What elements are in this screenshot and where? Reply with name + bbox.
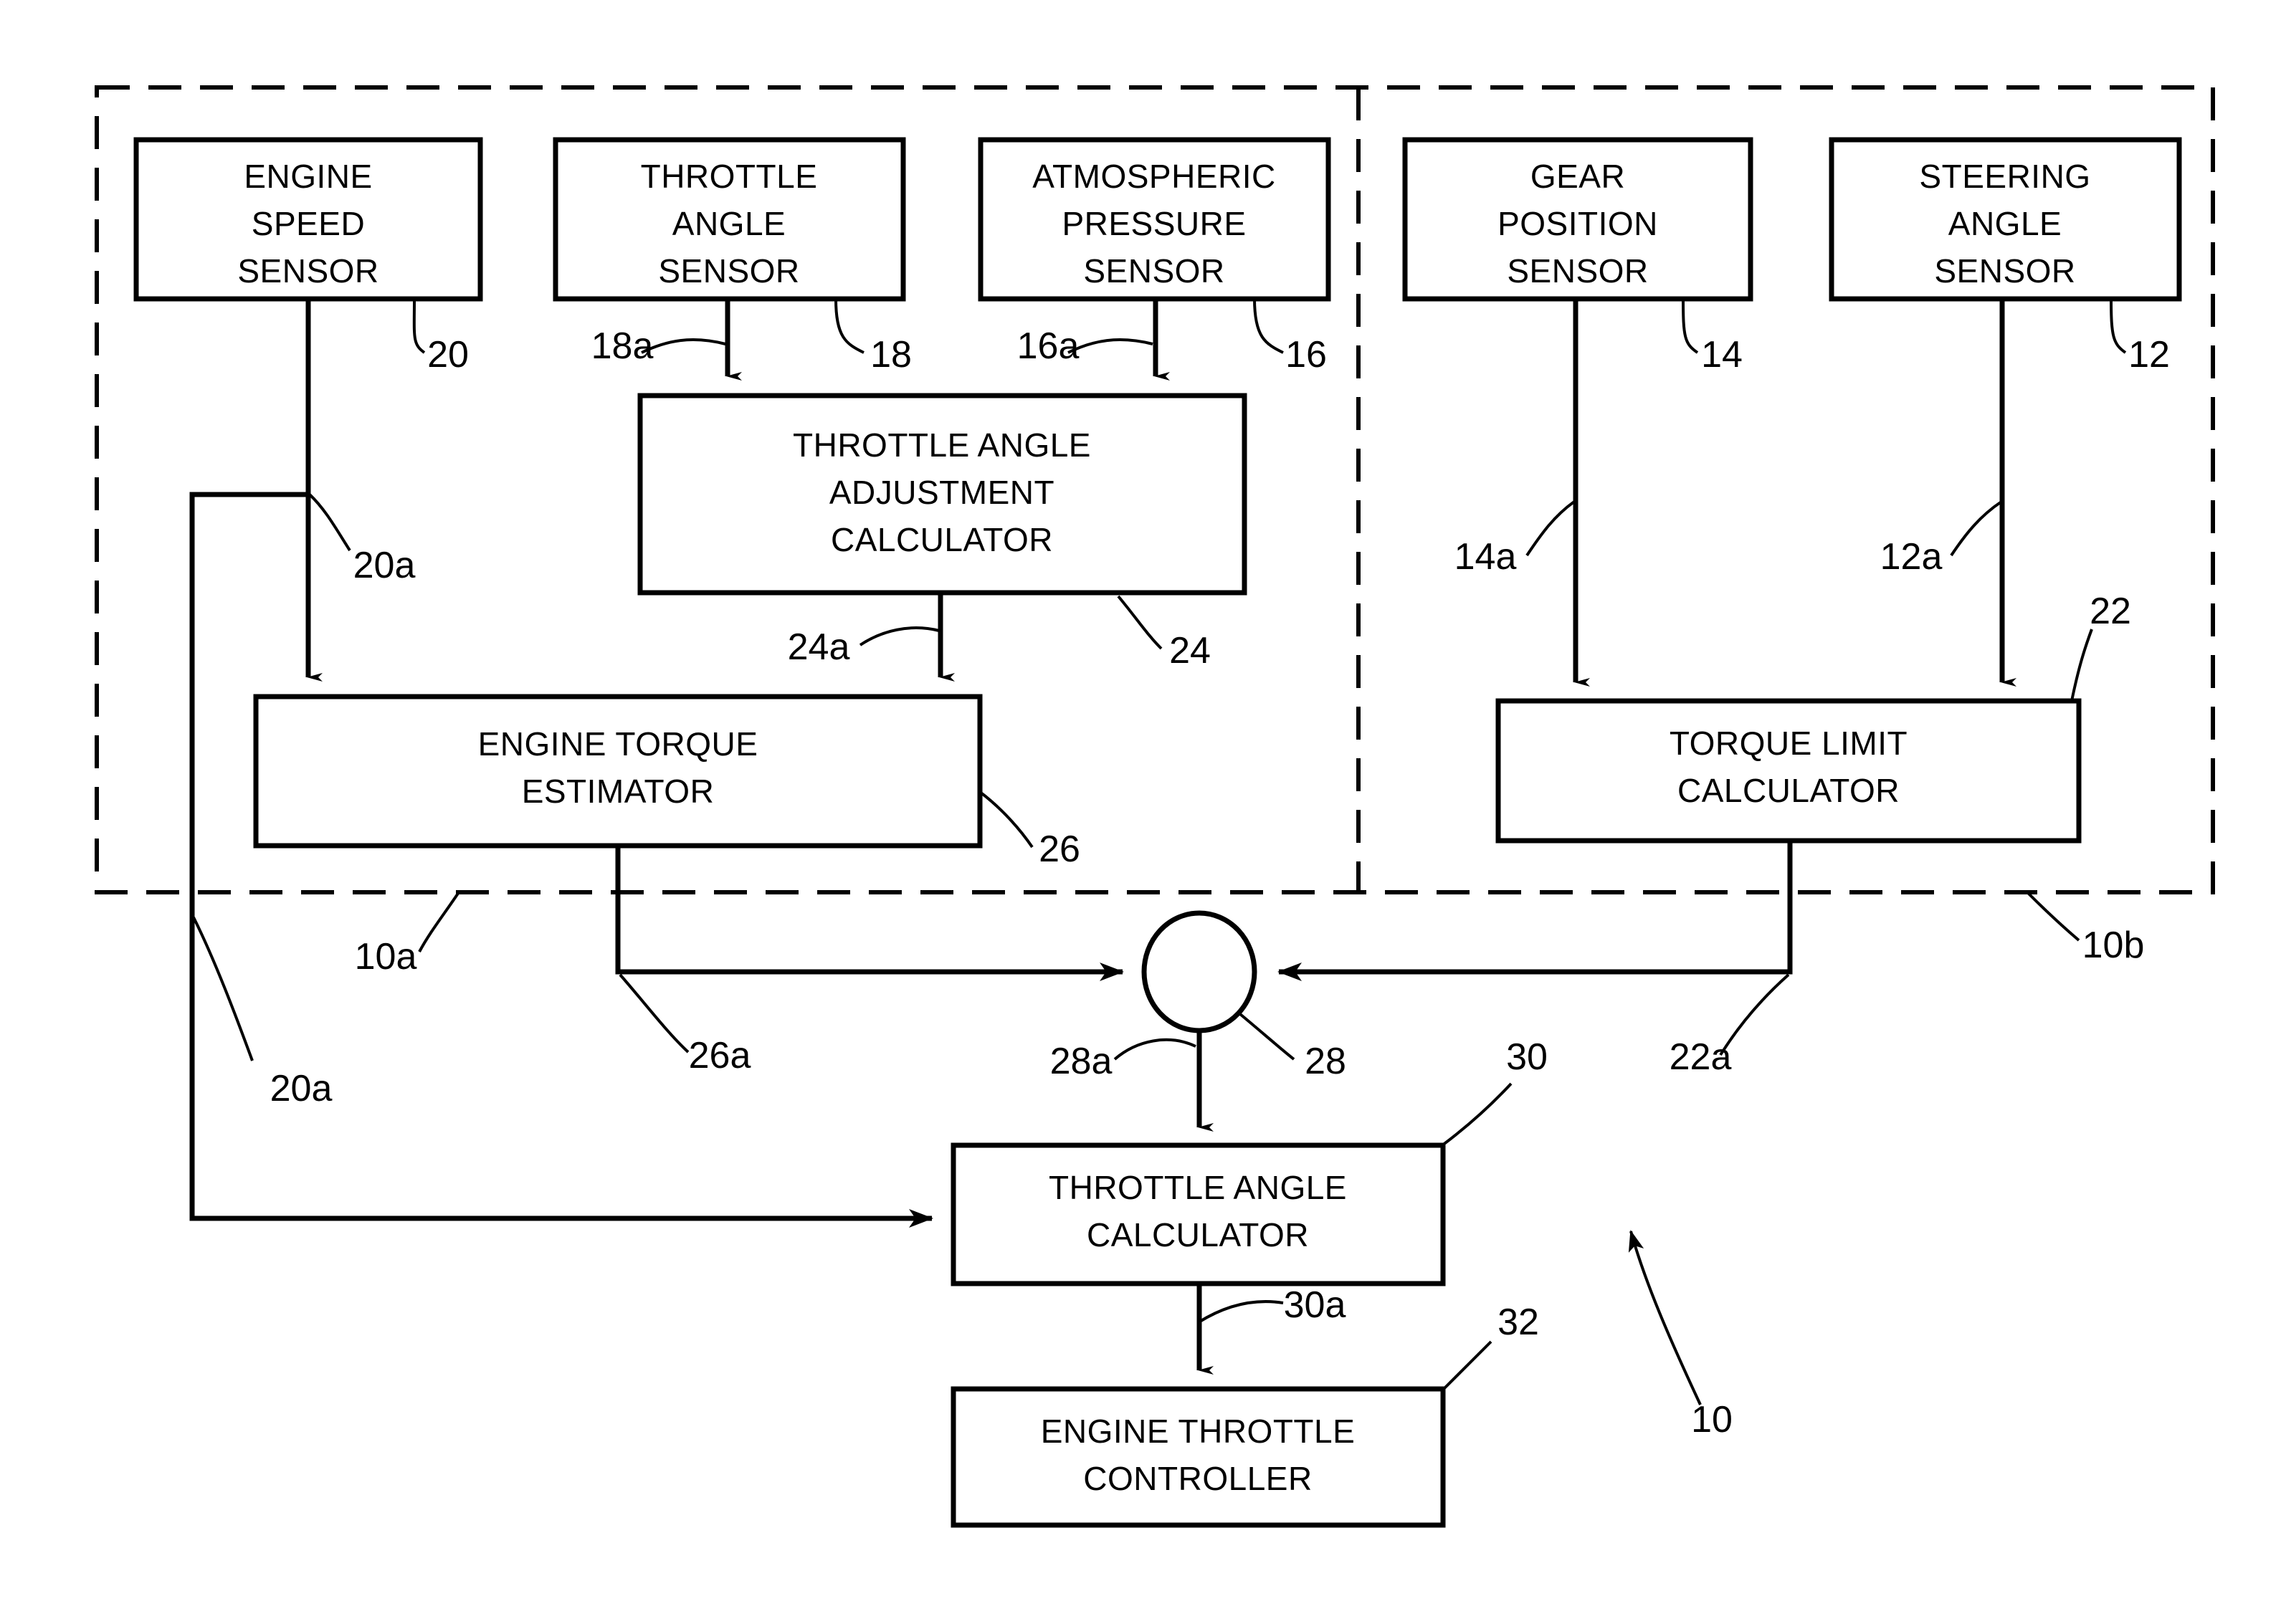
throttle-angle-adjustment-calculator-line2: ADJUSTMENT xyxy=(829,474,1054,511)
ref-numeral-20a-upper: 20a xyxy=(353,545,416,586)
throttle-angle-calculator-line2: CALCULATOR xyxy=(1087,1216,1309,1253)
ref-numeral-22a: 22a xyxy=(1670,1036,1732,1078)
engine-torque-estimator-line1: ENGINE TORQUE xyxy=(478,725,758,763)
leader-30 xyxy=(1441,1082,1513,1147)
steering-angle-sensor-line1: STEERING xyxy=(1919,158,2090,195)
engine-speed-sensor-line2: SPEED xyxy=(252,205,365,242)
block-throttle-angle-calculator xyxy=(951,1142,1446,1286)
flow-22a-to-summing-junction xyxy=(1277,841,1793,981)
engine-speed-sensor-line1: ENGINE xyxy=(244,158,372,195)
ref-numeral-30: 30 xyxy=(1506,1036,1548,1078)
ref-numeral-28: 28 xyxy=(1305,1041,1346,1082)
leader-14 xyxy=(1682,298,1699,354)
leader-14a xyxy=(1525,500,1576,557)
ref-numeral-10a: 10a xyxy=(355,936,417,978)
steering-angle-sensor-line2: ANGLE xyxy=(1948,205,2062,242)
throttle-angle-adjustment-calculator-line1: THROTTLE ANGLE xyxy=(793,426,1091,464)
summing-junction-node xyxy=(1141,910,1257,1033)
ref-numeral-32: 32 xyxy=(1497,1301,1539,1343)
ref-numeral-10b: 10b xyxy=(2082,925,2145,966)
gear-position-sensor-line3: SENSOR xyxy=(1507,252,1648,290)
throttle-angle-sensor-line3: SENSOR xyxy=(658,252,799,290)
leader-24 xyxy=(1117,595,1163,650)
engine-throttle-controller-line1: ENGINE THROTTLE xyxy=(1041,1413,1356,1450)
ref-numeral-26: 26 xyxy=(1039,828,1080,870)
block-engine-torque-estimator xyxy=(253,694,983,849)
atmospheric-pressure-sensor-line2: PRESSURE xyxy=(1062,205,1246,242)
gear-position-sensor-line1: GEAR xyxy=(1530,158,1625,195)
label-throttle-angle-adjustment-calculator: THROTTLE ANGLE ADJUSTMENT CALCULATOR xyxy=(793,426,1091,558)
steering-angle-sensor-line3: SENSOR xyxy=(1934,252,2075,290)
leader-12 xyxy=(2110,298,2127,354)
leader-10a xyxy=(418,891,460,952)
leader-28a xyxy=(1113,1038,1196,1061)
ref-numeral-14a: 14a xyxy=(1454,536,1517,578)
ref-numeral-16: 16 xyxy=(1285,334,1327,376)
ref-numeral-18: 18 xyxy=(870,334,912,376)
engine-speed-sensor-line3: SENSOR xyxy=(237,252,378,290)
ref-numeral-14: 14 xyxy=(1701,334,1743,376)
label-engine-speed-sensor: ENGINE SPEED SENSOR xyxy=(237,158,378,290)
leader-20a-lower xyxy=(192,917,254,1061)
leader-12a xyxy=(1950,500,2003,557)
leader-16 xyxy=(1253,298,1284,354)
throttle-angle-sensor-line1: THROTTLE xyxy=(641,158,818,195)
ref-numeral-22: 22 xyxy=(2090,591,2131,632)
leader-16a xyxy=(1067,338,1153,354)
gear-position-sensor-line2: POSITION xyxy=(1497,205,1658,242)
leader-10b xyxy=(2026,891,2080,942)
leader-32 xyxy=(1441,1340,1492,1392)
atmospheric-pressure-sensor-line3: SENSOR xyxy=(1083,252,1224,290)
block-torque-limit-calculator xyxy=(1495,698,2082,844)
leader-10-system-arrow xyxy=(1628,1230,1702,1405)
block-diagram-svg: ENGINE SPEED SENSOR THROTTLE ANGLE SENSO… xyxy=(95,85,2215,1528)
ref-numeral-12a: 12a xyxy=(1880,536,1943,578)
ref-numeral-30a: 30a xyxy=(1284,1284,1346,1326)
leader-20 xyxy=(412,298,426,354)
ref-numeral-20: 20 xyxy=(427,334,469,376)
ref-numeral-28a: 28a xyxy=(1050,1041,1113,1082)
throttle-angle-adjustment-calculator-line3: CALCULATOR xyxy=(831,521,1053,558)
block-engine-throttle-controller xyxy=(951,1386,1446,1528)
ref-numeral-12: 12 xyxy=(2128,334,2170,376)
throttle-angle-calculator-line1: THROTTLE ANGLE xyxy=(1049,1169,1347,1206)
ref-numeral-16a: 16a xyxy=(1017,325,1080,367)
leader-22 xyxy=(2070,629,2093,702)
ref-numeral-26a: 26a xyxy=(689,1035,751,1076)
torque-limit-calculator-line1: TORQUE LIMIT xyxy=(1670,725,1908,762)
leader-26a xyxy=(619,973,690,1054)
leader-24a xyxy=(859,626,940,646)
ref-numeral-10: 10 xyxy=(1691,1399,1733,1441)
ref-numeral-20a-lower: 20a xyxy=(270,1068,333,1109)
leader-28 xyxy=(1239,1013,1295,1061)
ref-numeral-24: 24 xyxy=(1169,630,1211,672)
leader-18a xyxy=(641,338,726,354)
ref-numeral-18a: 18a xyxy=(591,325,654,367)
patent-figure-canvas: ENGINE SPEED SENSOR THROTTLE ANGLE SENSO… xyxy=(0,0,2281,1624)
atmospheric-pressure-sensor-line1: ATMOSPHERIC xyxy=(1032,158,1275,195)
leader-26 xyxy=(978,790,1034,849)
engine-torque-estimator-line2: ESTIMATOR xyxy=(522,773,715,810)
throttle-angle-sensor-line2: ANGLE xyxy=(672,205,786,242)
ref-numeral-24a: 24a xyxy=(788,626,850,668)
leader-30a xyxy=(1197,1300,1284,1324)
leader-18 xyxy=(834,298,865,354)
torque-limit-calculator-line2: CALCULATOR xyxy=(1677,772,1900,809)
leader-20a-upper xyxy=(308,493,351,552)
engine-throttle-controller-line2: CONTROLLER xyxy=(1083,1460,1312,1497)
